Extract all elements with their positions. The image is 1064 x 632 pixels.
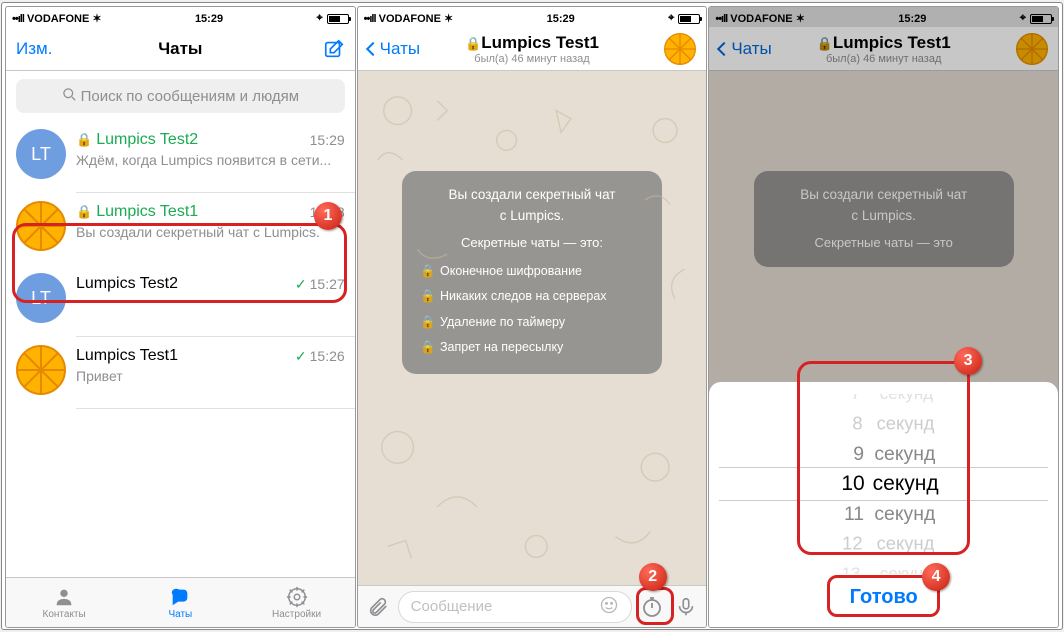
timer-icon[interactable] (638, 593, 666, 621)
mic-icon[interactable] (672, 593, 700, 621)
compose-icon[interactable] (323, 38, 345, 60)
lock-icon: 🔒 (420, 287, 432, 306)
doodle-bg (358, 71, 707, 585)
avatar: LT (16, 129, 66, 179)
tab-bar: Контакты Чаты Настройки (6, 577, 355, 627)
tab-label: Чаты (168, 609, 192, 620)
avatar (16, 201, 66, 251)
tab-label: Настройки (272, 609, 321, 620)
nav-bar: Изм. Чаты (6, 27, 355, 71)
chat-list: LT 🔒Lumpics Test2 15:29 Ждём, когда Lump… (6, 121, 355, 409)
tab-contacts[interactable]: Контакты (6, 578, 122, 627)
sticker-icon[interactable] (599, 595, 619, 619)
time-picker[interactable]: 7 8 9 10 11 12 13 секунд секунд секунд с… (709, 394, 1058, 574)
chat-row[interactable]: LT Lumpics Test2 ✓15:27 (6, 265, 355, 337)
wifi-icon: ✶ (92, 13, 101, 25)
back-button[interactable]: Чаты (368, 39, 420, 59)
avatar[interactable] (664, 33, 696, 65)
done-button[interactable]: Готово (709, 580, 1058, 615)
chat-title: 🔒Lumpics Test1 (465, 33, 599, 53)
attach-icon[interactable] (364, 593, 392, 621)
nav-bar: Чаты 🔒Lumpics Test1 был(а) 46 минут наза… (358, 27, 707, 71)
search-icon (62, 87, 77, 106)
check-icon: ✓ (295, 276, 307, 293)
status-time: 15:29 (195, 13, 223, 25)
lock-icon: 🔒 (420, 338, 432, 357)
lock-icon: 🔒 (76, 204, 92, 220)
chat-body: Вы создали секретный чатс Lumpics. Секре… (358, 71, 707, 585)
panel-chat-view: ••ıll VODAFONE ✶ 15:29 ⌖ Чаты 🔒Lumpics T… (357, 6, 708, 628)
chevron-left-icon (366, 41, 380, 55)
avatar: LT (16, 273, 66, 323)
chat-row[interactable]: Lumpics Test1 ✓15:26 Привет (6, 337, 355, 409)
message-input[interactable]: Сообщение (398, 591, 633, 623)
avatar (16, 345, 66, 395)
status-bar: ••ıll VODAFONE ✶ 15:29 ⌖ (6, 7, 355, 27)
battery-icon (678, 14, 700, 24)
tab-chats[interactable]: Чаты (122, 578, 238, 627)
edit-button[interactable]: Изм. (16, 39, 52, 59)
search-placeholder: Поиск по сообщениям и людям (81, 88, 300, 105)
chat-time: ✓15:27 (295, 276, 345, 293)
chat-subtitle: был(а) 46 минут назад (465, 53, 599, 65)
lock-icon: 🔒 (420, 313, 432, 332)
search-input[interactable]: Поиск по сообщениям и людям (16, 79, 345, 113)
lock-icon: 🔒 (76, 132, 92, 148)
chat-time: 15:28 (310, 204, 345, 220)
lock-icon: 🔒 (420, 262, 432, 281)
check-icon: ✓ (295, 348, 307, 365)
chat-preview: Ждём, когда Lumpics появится в сети... (76, 151, 345, 169)
status-time: 15:29 (547, 13, 575, 25)
panel-timer-picker: ••ıll VODAFONE ✶ 15:29 ⌖ Чаты 🔒Lumpics T… (708, 6, 1059, 628)
chat-row[interactable]: 🔒Lumpics Test1 15:28 Вы создали секретны… (6, 193, 355, 265)
status-bar: ••ıll VODAFONE ✶ 15:29 ⌖ (358, 7, 707, 27)
chat-row[interactable]: LT 🔒Lumpics Test2 15:29 Ждём, когда Lump… (6, 121, 355, 193)
bluetooth-icon: ⌖ (316, 12, 322, 25)
tab-settings[interactable]: Настройки (238, 578, 354, 627)
lock-icon: 🔒 (465, 36, 481, 51)
wifi-icon: ✶ (444, 13, 453, 25)
chat-name: 🔒Lumpics Test1 (76, 203, 198, 221)
panel-chat-list: ••ıll VODAFONE ✶ 15:29 ⌖ Изм. Чаты Поиск… (5, 6, 356, 628)
tab-label: Контакты (43, 609, 86, 620)
chat-time: 15:29 (310, 132, 345, 148)
chat-time: ✓15:26 (295, 348, 345, 365)
message-placeholder: Сообщение (411, 598, 493, 615)
chat-preview: Привет (76, 367, 345, 385)
chat-name: 🔒Lumpics Test2 (76, 131, 198, 149)
compose-bar: Сообщение (358, 585, 707, 627)
action-sheet: 7 8 9 10 11 12 13 секунд секунд секунд с… (709, 382, 1058, 627)
bluetooth-icon: ⌖ (668, 12, 674, 25)
chat-preview: Вы создали секретный чат с Lumpics. (76, 223, 345, 241)
chat-name: Lumpics Test2 (76, 275, 178, 293)
page-title: Чаты (158, 39, 202, 59)
chat-name: Lumpics Test1 (76, 347, 178, 365)
battery-icon (327, 14, 349, 24)
